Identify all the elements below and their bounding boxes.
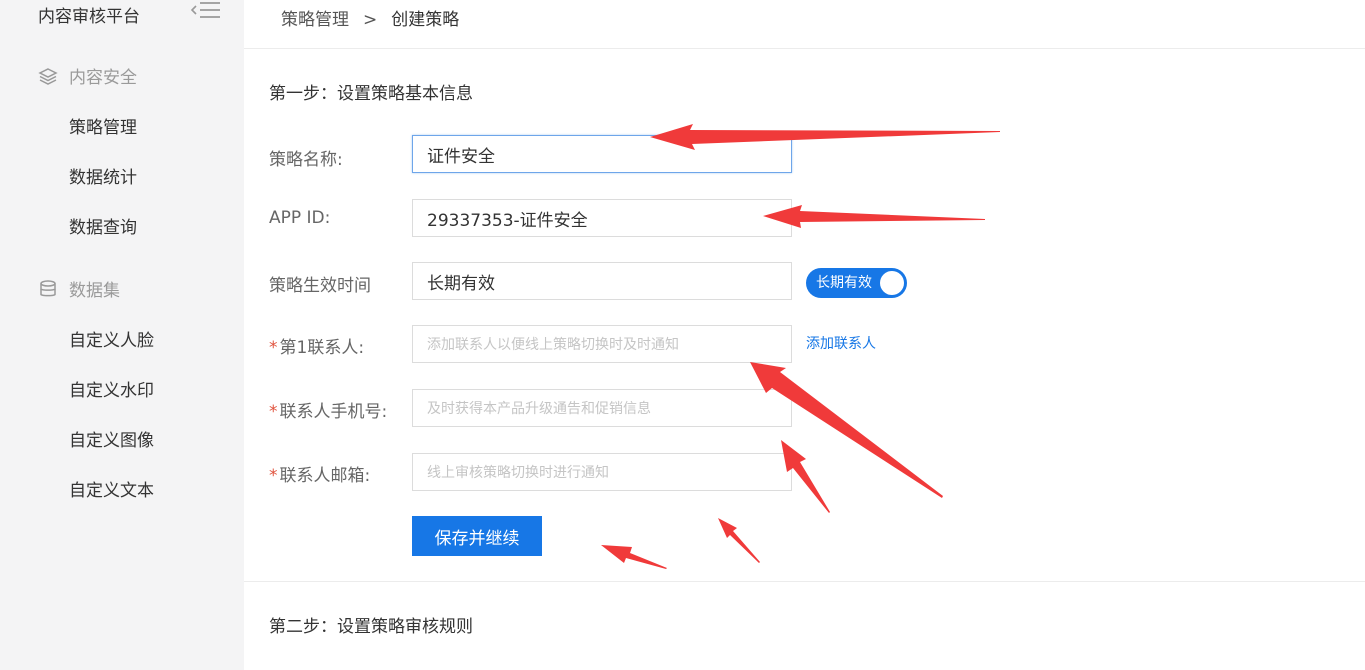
sidebar-item-custom-text[interactable]: 自定义文本	[69, 476, 154, 501]
section-title: 数据集	[69, 281, 120, 301]
app-id-input[interactable]	[412, 199, 792, 237]
email-input[interactable]	[412, 453, 792, 491]
breadcrumb: 策略管理 > 创建策略	[281, 5, 459, 30]
strategy-name-input[interactable]	[412, 135, 792, 173]
section-divider	[244, 581, 1365, 582]
section-content-security: 内容安全	[38, 63, 137, 88]
collapse-menu-icon[interactable]	[190, 0, 222, 22]
sidebar-item-custom-watermark[interactable]: 自定义水印	[69, 376, 154, 401]
section-title: 内容安全	[69, 68, 137, 88]
arrow-to-appid-field	[763, 205, 985, 228]
brand-title: 内容审核平台	[38, 7, 140, 27]
phone-input[interactable]	[412, 389, 792, 427]
phone-label: * 联系人手机号:	[269, 397, 387, 422]
top-bar: 策略管理 > 创建策略	[244, 0, 1365, 49]
sidebar-item-data-statistics[interactable]: 数据统计	[69, 163, 137, 188]
effective-time-input[interactable]	[412, 262, 792, 300]
step2-title: 第二步：设置策略审核规则	[269, 617, 473, 637]
step1-title: 第一步：设置策略基本信息	[269, 84, 473, 104]
breadcrumb-parent[interactable]: 策略管理	[281, 10, 349, 30]
database-icon	[40, 279, 56, 296]
breadcrumb-separator: >	[363, 10, 378, 30]
sidebar-item-custom-image[interactable]: 自定义图像	[69, 426, 154, 451]
add-contact-link[interactable]: 添加联系人	[806, 333, 876, 353]
required-mark: *	[269, 466, 278, 486]
contact-label: * 第1联系人:	[269, 333, 364, 358]
email-label: * 联系人邮箱:	[269, 461, 370, 486]
phone-label-text: 联系人手机号:	[279, 402, 388, 422]
arrow-to-email-field	[718, 518, 760, 563]
toggle-knob	[880, 271, 904, 295]
required-mark: *	[269, 338, 278, 358]
sidebar-item-custom-face[interactable]: 自定义人脸	[69, 326, 154, 351]
long-term-toggle[interactable]: 长期有效	[806, 268, 907, 298]
sidebar-item-strategy-management[interactable]: 策略管理	[69, 113, 137, 138]
effective-time-label: 策略生效时间	[269, 276, 371, 296]
sidebar-item-data-query[interactable]: 数据查询	[69, 213, 137, 238]
save-continue-button[interactable]: 保存并继续	[412, 516, 542, 556]
required-mark: *	[269, 402, 278, 422]
layers-icon	[38, 67, 58, 85]
contact-input[interactable]	[412, 325, 792, 363]
breadcrumb-current: 创建策略	[391, 10, 460, 30]
toggle-label: 长期有效	[816, 275, 872, 291]
sidebar: 内容审核平台 内容安全 策略管理 数据统计 数据查询 数据集 自定义人脸 自定义…	[0, 0, 244, 670]
email-label-text: 联系人邮箱:	[279, 466, 371, 486]
contact-label-text: 第1联系人:	[279, 338, 365, 358]
section-dataset: 数据集	[38, 276, 120, 301]
app-id-label: APP ID:	[269, 208, 331, 228]
strategy-name-label: 策略名称:	[269, 150, 343, 170]
arrow-to-save-button	[601, 545, 667, 569]
